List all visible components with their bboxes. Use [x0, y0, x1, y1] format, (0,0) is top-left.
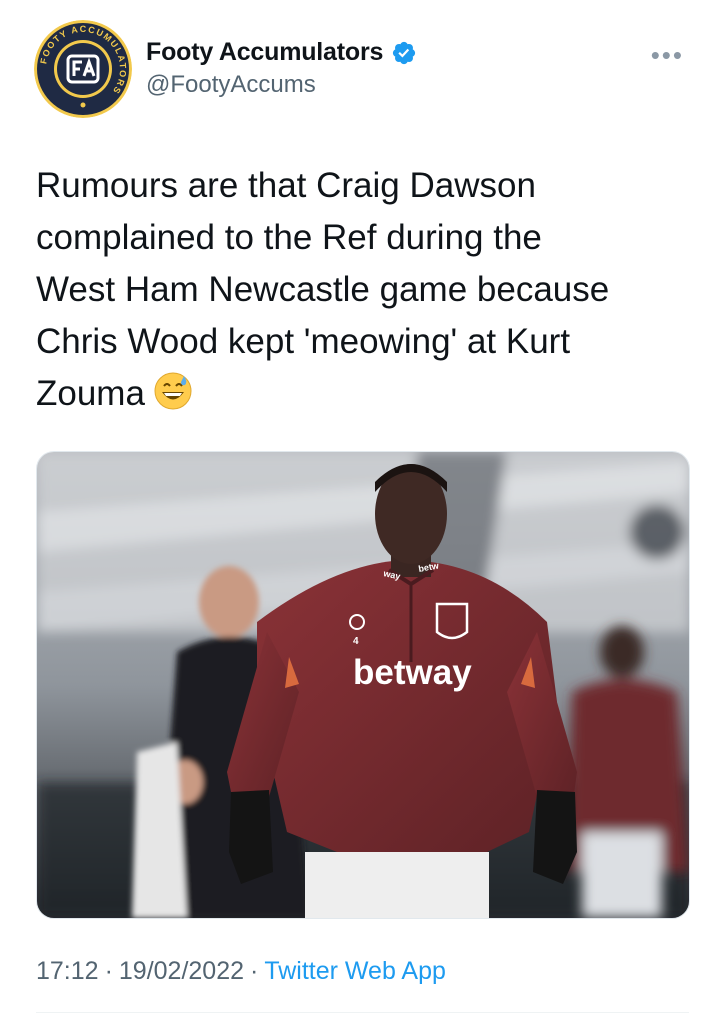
footy-accumulators-logo: FOOTY ACCUMULATORS — [34, 20, 132, 118]
tweet-text: Rumours are that Craig Dawson complained… — [36, 160, 686, 420]
tweet-media-photo[interactable]: betway way betw 4 — [36, 451, 690, 919]
more-options-icon[interactable]: ••• — [651, 42, 684, 68]
shirt-sponsor-text: betway — [353, 653, 472, 692]
display-name-row: Footy Accumulators — [146, 38, 417, 67]
tweet-date[interactable]: 19/02/2022 — [119, 957, 244, 985]
display-name[interactable]: Footy Accumulators — [146, 38, 383, 67]
tweet-time[interactable]: 17:12 — [36, 957, 99, 985]
meta-separator: · — [104, 957, 113, 985]
grinning-face-with-sweat-icon — [153, 371, 193, 411]
kit-number-text: 4 — [353, 636, 359, 647]
player-photo: betway way betw 4 — [37, 452, 689, 918]
tweet-source-link[interactable]: Twitter Web App — [264, 957, 446, 985]
tweet-meta: 17:12 · 19/02/2022 · Twitter Web App — [36, 957, 446, 986]
meta-separator: · — [250, 957, 259, 985]
tweet-text-body: Rumours are that Craig Dawson complained… — [36, 166, 610, 413]
divider — [36, 1012, 689, 1013]
verified-badge-icon — [391, 40, 417, 66]
author-handle[interactable]: @FootyAccums — [146, 71, 417, 99]
avatar[interactable]: FOOTY ACCUMULATORS — [34, 20, 132, 118]
tweet-header: FOOTY ACCUMULATORS Footy Accumulators @F… — [34, 20, 694, 120]
author-names: Footy Accumulators @FootyAccums — [146, 38, 417, 99]
